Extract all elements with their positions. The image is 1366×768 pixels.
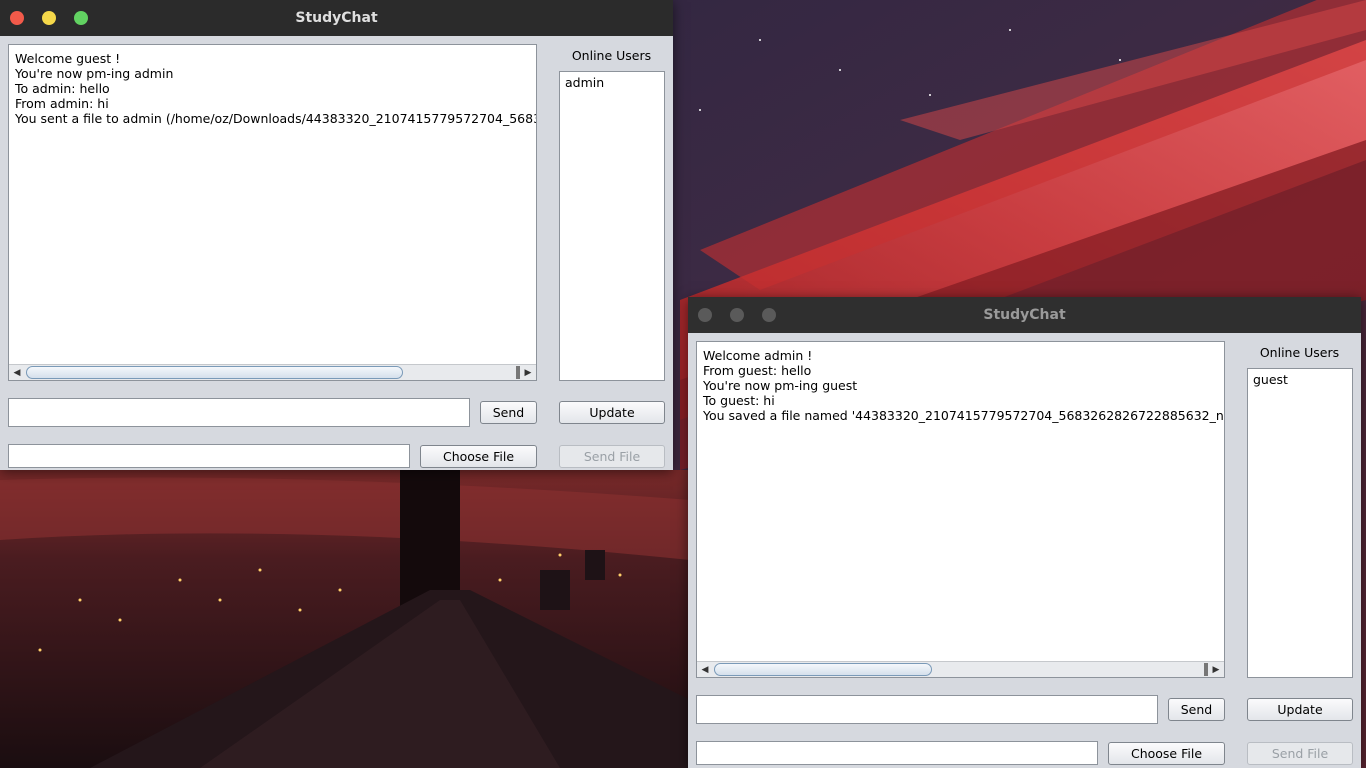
chat-message: To guest: hi (703, 393, 775, 408)
scroll-right-icon[interactable]: ▶ (1208, 662, 1224, 677)
close-icon[interactable] (10, 11, 24, 25)
maximize-icon[interactable] (74, 11, 88, 25)
scroll-left-icon[interactable]: ◀ (9, 365, 25, 380)
minimize-icon[interactable] (730, 308, 744, 322)
chat-message: Welcome admin ! (703, 348, 813, 363)
scroll-left-icon[interactable]: ◀ (697, 662, 713, 677)
scrollbar-thumb[interactable] (26, 366, 403, 379)
online-user-item[interactable]: admin (560, 72, 664, 93)
minimize-icon[interactable] (42, 11, 56, 25)
online-users-list[interactable]: guest (1247, 368, 1353, 678)
online-user-item[interactable]: guest (1248, 369, 1352, 390)
file-path-input[interactable] (8, 444, 410, 468)
horizontal-scrollbar[interactable]: ◀ ▶ (9, 364, 536, 380)
chat-message: You sent a file to admin (/home/oz/Downl… (15, 111, 537, 126)
chat-message: You're now pm-ing guest (703, 378, 858, 393)
message-input[interactable] (696, 695, 1158, 724)
send-file-button[interactable]: Send File (1247, 742, 1353, 765)
titlebar[interactable]: StudyChat (0, 0, 673, 36)
chat-message: From guest: hello (703, 363, 812, 378)
maximize-icon[interactable] (762, 308, 776, 322)
scroll-right-icon[interactable]: ▶ (520, 365, 536, 380)
send-button[interactable]: Send (480, 401, 537, 424)
close-icon[interactable] (698, 308, 712, 322)
update-button[interactable]: Update (1247, 698, 1353, 721)
chat-window-guest: StudyChat Welcome guest ! You're now pm-… (0, 0, 673, 470)
send-button[interactable]: Send (1168, 698, 1225, 721)
online-users-list[interactable]: admin (559, 71, 665, 381)
scrollbar-thumb[interactable] (714, 663, 932, 676)
chat-window-admin: StudyChat Welcome admin ! From guest: he… (688, 297, 1361, 768)
chat-message: You're now pm-ing admin (15, 66, 174, 81)
chat-log[interactable]: Welcome guest ! You're now pm-ing admin … (8, 44, 537, 381)
message-input[interactable] (8, 398, 470, 427)
choose-file-button[interactable]: Choose File (420, 445, 537, 468)
chat-message: To admin: hello (15, 81, 110, 96)
chat-message: Welcome guest ! (15, 51, 121, 66)
online-users-label: Online Users (1259, 345, 1340, 360)
window-title: StudyChat (983, 307, 1066, 323)
chat-message: You saved a file named '44383320_2107415… (703, 408, 1225, 423)
chat-messages: Welcome admin ! From guest: hello You're… (703, 348, 1224, 423)
window-title: StudyChat (295, 10, 378, 26)
choose-file-button[interactable]: Choose File (1108, 742, 1225, 765)
chat-messages: Welcome guest ! You're now pm-ing admin … (15, 51, 536, 126)
chat-message: From admin: hi (15, 96, 109, 111)
titlebar[interactable]: StudyChat (688, 297, 1361, 333)
update-button[interactable]: Update (559, 401, 665, 424)
file-path-input[interactable] (696, 741, 1098, 765)
send-file-button[interactable]: Send File (559, 445, 665, 468)
chat-log[interactable]: Welcome admin ! From guest: hello You're… (696, 341, 1225, 678)
online-users-label: Online Users (571, 48, 652, 63)
horizontal-scrollbar[interactable]: ◀ ▶ (697, 661, 1224, 677)
